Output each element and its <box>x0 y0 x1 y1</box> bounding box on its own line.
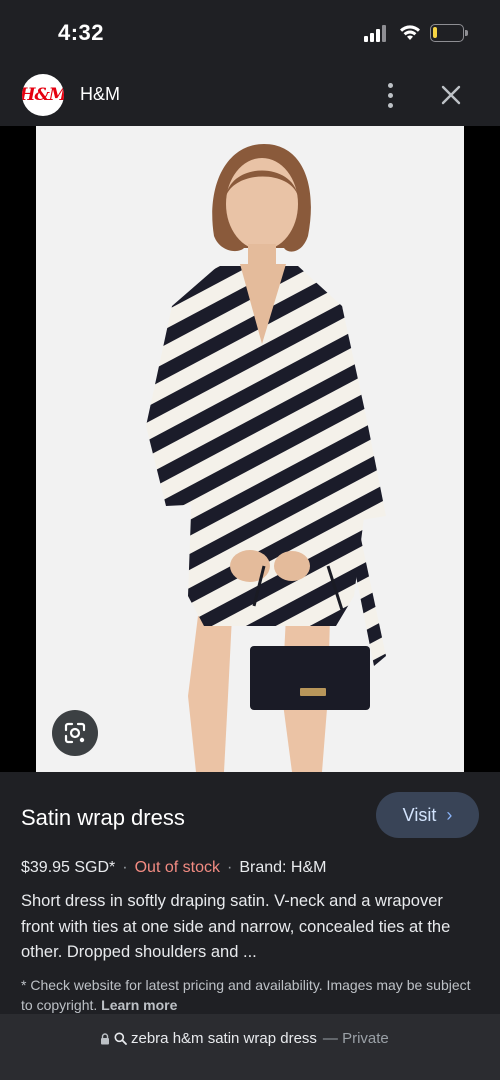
product-meta: $39.95 SGD* · Out of stock · Brand: H&M <box>21 859 326 877</box>
search-query: zebra h&m satin wrap dress <box>131 1030 317 1047</box>
source-header: H&M H&M <box>0 66 500 126</box>
google-lens-icon <box>64 722 86 744</box>
cellular-signal-icon <box>364 24 388 42</box>
visit-label: Visit <box>402 804 437 825</box>
disclaimer: * Check website for latest pricing and a… <box>21 975 481 1015</box>
battery-icon <box>430 24 464 42</box>
disclaimer-text: * Check website for latest pricing and a… <box>21 977 471 1013</box>
product-info-panel: Satin wrap dress Visit › $39.95 SGD* · Out… <box>0 772 500 1014</box>
product-title[interactable]: Satin wrap dress <box>21 805 185 831</box>
url-bar[interactable]: zebra h&m satin wrap dress — Private <box>0 1014 500 1080</box>
product-brand: Brand: H&M <box>239 859 327 876</box>
learn-more-link[interactable]: Learn more <box>101 997 177 1013</box>
site-name[interactable]: H&M <box>80 84 120 105</box>
close-icon[interactable] <box>438 82 464 108</box>
meta-separator: · <box>226 859 233 876</box>
private-mode-label: — Private <box>322 1030 389 1047</box>
stock-status: Out of stock <box>134 859 220 876</box>
meta-separator: · <box>122 859 128 876</box>
chevron-right-icon: › <box>446 804 453 825</box>
status-time: 4:32 <box>58 20 105 45</box>
product-price: $39.95 SGD* <box>21 859 116 876</box>
status-bar: 4:32 <box>0 0 500 66</box>
model-illustration <box>36 126 464 772</box>
site-logo[interactable]: H&M <box>22 74 64 116</box>
google-lens-button[interactable] <box>52 710 98 756</box>
product-description: Short dress in softly draping satin. V-n… <box>21 892 451 961</box>
battery-tip <box>465 30 468 36</box>
wifi-icon <box>400 25 420 40</box>
product-image[interactable] <box>36 126 464 772</box>
image-viewer <box>0 126 500 772</box>
lock-icon <box>101 1032 109 1044</box>
battery-level <box>433 27 437 38</box>
more-vert-icon[interactable] <box>380 80 400 110</box>
url-content[interactable]: zebra h&m satin wrap dress — Private <box>100 1030 389 1047</box>
visit-button[interactable]: Visit › <box>376 792 479 838</box>
site-logo-text: H&M <box>22 85 64 105</box>
search-icon <box>114 1032 127 1045</box>
